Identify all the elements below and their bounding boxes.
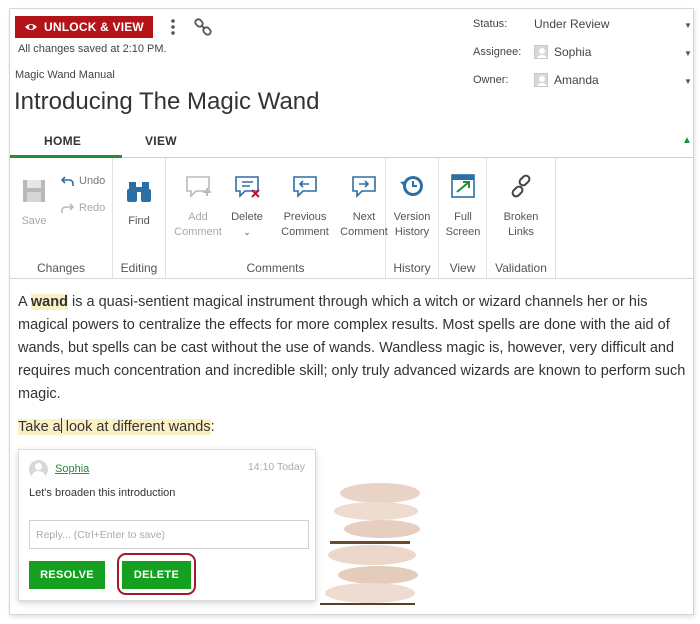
take-a-look-line: Take a look at different wands:: [18, 418, 215, 435]
previous-comment-label-1: Previous: [283, 211, 327, 223]
broken-links-label-1: Broken: [503, 211, 539, 223]
intro-paragraph: A wand is a quasi-sentient magical instr…: [18, 291, 686, 406]
save-status-text: All changes saved at 2:10 PM.: [18, 43, 167, 55]
next-comment-label-2: Comment: [340, 226, 388, 238]
redo-icon: [61, 202, 74, 213]
intro-text-rest: is a quasi-sentient magical instrument t…: [18, 294, 686, 402]
resolve-button[interactable]: RESOLVE: [29, 561, 105, 589]
version-history-label-1: Version: [393, 211, 431, 223]
comment-popup: Sophia 14:10 Today Let's broaden this in…: [18, 449, 316, 601]
assignee-avatar: [534, 45, 548, 59]
tab-view[interactable]: VIEW: [145, 134, 177, 148]
save-icon: [23, 180, 45, 202]
highlighted-word[interactable]: wand: [30, 294, 68, 310]
group-label-history: History: [393, 261, 431, 275]
next-comment-button[interactable]: Next Comment: [336, 172, 392, 240]
broken-link-icon: [511, 174, 531, 198]
wands-image: [310, 475, 420, 614]
group-label-validation: Validation: [495, 261, 547, 275]
comment-author-avatar: [29, 460, 48, 479]
add-comment-button[interactable]: Add Comment: [170, 172, 226, 240]
commented-text-a[interactable]: Take a: [18, 419, 61, 435]
save-button-label: Save: [21, 215, 47, 227]
document-window: UNLOCK & VIEW All changes saved at 2:10 …: [9, 8, 694, 615]
link-icon[interactable]: [193, 17, 213, 37]
next-comment-icon: [352, 176, 376, 198]
previous-comment-label-2: Comment: [281, 226, 329, 238]
full-screen-label-1: Full: [454, 211, 472, 223]
delete-comment-icon: [235, 176, 260, 198]
save-button[interactable]: Save: [20, 178, 48, 229]
group-label-comments: Comments: [246, 261, 305, 275]
comment-timestamp: 14:10 Today: [247, 461, 305, 473]
full-screen-button[interactable]: Full Screen: [443, 172, 483, 240]
version-history-label-2: History: [394, 226, 430, 238]
find-button-label: Find: [128, 215, 150, 227]
ribbon-toolbar: Save Undo Redo Changes Find Editing Add …: [10, 158, 693, 279]
previous-comment-button[interactable]: Previous Comment: [276, 172, 334, 240]
full-screen-icon: [451, 174, 475, 198]
comment-author-link[interactable]: Sophia: [55, 463, 89, 475]
find-button[interactable]: Find: [119, 178, 159, 229]
status-label: Status:: [473, 18, 508, 30]
delete-chevron-down-icon[interactable]: ⌄: [243, 227, 251, 237]
group-history: Version History History: [386, 158, 439, 278]
unlock-and-view-button[interactable]: UNLOCK & VIEW: [15, 16, 153, 38]
delete-comment-label: Delete: [231, 211, 263, 223]
reply-input[interactable]: [29, 520, 309, 549]
group-label-editing: Editing: [120, 261, 158, 275]
take-a-look-colon: :: [210, 419, 215, 435]
status-value: Under Review: [534, 17, 610, 31]
owner-avatar: [534, 73, 548, 87]
history-clock-icon: [400, 176, 423, 196]
assignee-label: Assignee:: [473, 46, 522, 58]
group-label-changes: Changes: [36, 261, 86, 275]
comment-body: Let's broaden this introduction: [29, 487, 176, 499]
group-label-view: View: [449, 261, 476, 275]
undo-icon: [61, 175, 74, 186]
collapse-ribbon-icon[interactable]: ▲: [682, 135, 692, 146]
undo-button[interactable]: Undo: [61, 175, 105, 187]
add-comment-icon: [186, 176, 211, 198]
add-comment-label-2: Comment: [174, 226, 222, 238]
unlock-button-label: UNLOCK & VIEW: [44, 20, 144, 34]
group-validation: Broken Links Validation: [487, 158, 556, 278]
document-title: Introducing The Magic Wand: [14, 88, 320, 115]
assignee-dropdown[interactable]: Sophia: [534, 45, 591, 59]
owner-dropdown[interactable]: Amanda: [534, 73, 599, 87]
owner-chevron-down-icon[interactable]: ▼: [684, 77, 692, 86]
owner-value: Amanda: [554, 73, 599, 87]
intro-text-start: A: [18, 294, 31, 310]
delete-comment-button[interactable]: Delete ⌄: [227, 172, 267, 240]
broken-links-button[interactable]: Broken Links: [497, 172, 545, 240]
group-changes: Save Undo Redo Changes: [10, 158, 113, 278]
document-category: Magic Wand Manual: [15, 69, 115, 81]
full-screen-label-2: Screen: [445, 226, 481, 238]
redo-button[interactable]: Redo: [61, 202, 105, 214]
more-options-icon[interactable]: [168, 17, 178, 37]
binoculars-icon: [127, 182, 151, 202]
delete-highlight-ring: [117, 553, 196, 595]
undo-label: Undo: [79, 175, 106, 187]
version-history-button[interactable]: Version History: [389, 172, 435, 240]
next-comment-label-1: Next: [352, 211, 376, 223]
eye-icon: [25, 24, 38, 30]
commented-text-b[interactable]: look at different wands: [61, 419, 211, 435]
broken-links-label-2: Links: [508, 226, 534, 238]
group-comments: Add Comment Delete ⌄ Previous Comment Ne…: [166, 158, 388, 278]
previous-comment-icon: [293, 176, 317, 198]
owner-label: Owner:: [473, 74, 509, 86]
group-view: Full Screen View: [439, 158, 487, 278]
group-editing: Find Editing: [113, 158, 166, 278]
tab-home[interactable]: HOME: [44, 134, 81, 148]
assignee-value: Sophia: [554, 45, 592, 59]
status-chevron-down-icon[interactable]: ▼: [684, 21, 692, 30]
status-dropdown[interactable]: Under Review: [534, 17, 609, 31]
add-comment-label-1: Add: [188, 211, 208, 223]
redo-label: Redo: [79, 202, 106, 214]
assignee-chevron-down-icon[interactable]: ▼: [684, 49, 692, 58]
